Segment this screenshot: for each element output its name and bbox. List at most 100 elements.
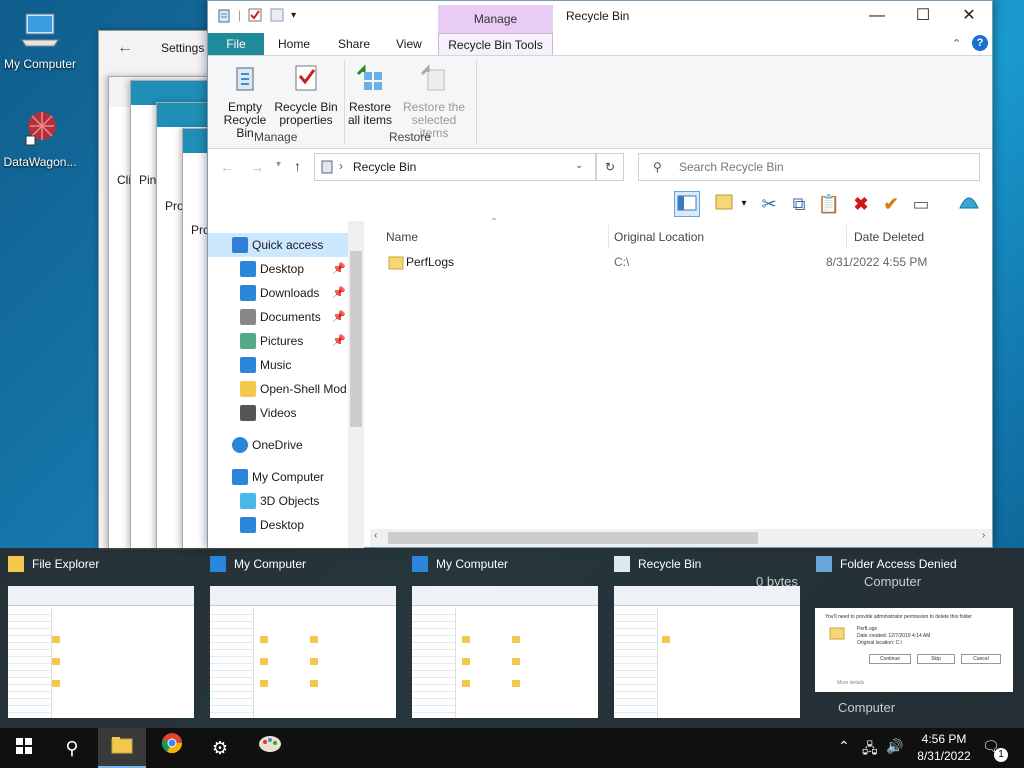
desktop-icon-my-computer[interactable]: My Computer (0, 10, 80, 71)
restore-selected-items-button[interactable]: Restore the selected items (396, 62, 472, 140)
tab-file[interactable]: File (208, 33, 264, 55)
taskbar-chrome[interactable] (148, 728, 196, 768)
layout-icon[interactable] (674, 191, 700, 217)
nav-scroll-thumb[interactable] (350, 251, 362, 427)
sidebar-item-label: 3D Objects (260, 494, 320, 508)
sidebar-item-pictures[interactable]: Pictures 📌 (208, 329, 348, 353)
table-row[interactable]: PerfLogs C:\ 8/31/2022 4:55 PM (378, 251, 978, 273)
window-title: Recycle Bin (566, 9, 630, 23)
show-hidden-icons[interactable]: ⌃ (838, 738, 850, 755)
properties-icon[interactable] (247, 7, 263, 23)
recycle-bin-icon[interactable] (216, 7, 232, 23)
search-input[interactable]: ⚲ Search Recycle Bin (638, 153, 980, 181)
horizontal-scroll-thumb[interactable] (388, 532, 758, 544)
pin-icon: 📌 (332, 287, 346, 299)
dialog-date-created: Date created: 12/7/2019 4:14 AM (857, 633, 931, 639)
refresh-button[interactable]: ↻ (596, 153, 624, 181)
paste-icon[interactable]: 📋 (816, 191, 842, 217)
cut-icon[interactable]: ✂ (756, 191, 782, 217)
back-arrow-icon[interactable]: ← (220, 159, 234, 175)
copy-icon[interactable]: ⧉ (786, 191, 812, 217)
volume-icon[interactable]: 🔊 (886, 738, 903, 755)
scroll-left-icon[interactable]: ‹ (374, 530, 377, 541)
desktop-icon-datawagon[interactable]: DataWagon... (0, 108, 80, 169)
switcher-item[interactable]: Folder Access Denied (816, 556, 1006, 576)
videos-icon (240, 405, 256, 421)
recycle-bin-window[interactable]: | ▾ Manage Recycle Bin — ☐ ✕ File Home S… (207, 0, 993, 549)
breadcrumb-recycle-bin[interactable]: Recycle Bin (353, 160, 416, 174)
sidebar-item-quick-access[interactable]: Quick access (208, 233, 348, 257)
column-header-date-deleted[interactable]: Date Deleted (854, 225, 924, 249)
recycle-bin-properties-button[interactable]: Recycle Bin properties (274, 62, 338, 127)
tab-share[interactable]: Share (328, 33, 380, 55)
navigation-pane[interactable]: Quick access Desktop 📌 Downloads 📌 Documents 📌… (208, 221, 364, 549)
switcher-item-title: My Computer (234, 557, 307, 571)
switcher-item[interactable]: File Explorer (8, 556, 198, 718)
cancel-button[interactable]: Cancel (961, 654, 1001, 664)
ribbon-collapse-icon[interactable]: ⌃ (952, 37, 961, 50)
sidebar-item-desktop[interactable]: Desktop (208, 513, 348, 537)
dropdown-icon[interactable]: ▾ (738, 191, 750, 217)
openshell-icon[interactable] (956, 191, 982, 217)
address-field[interactable]: › Recycle Bin ⌄ (314, 153, 596, 181)
clock[interactable]: 4:56 PM 8/31/2022 (902, 728, 986, 768)
taskbar-file-explorer[interactable] (98, 728, 146, 768)
folder-options-icon[interactable] (712, 191, 738, 217)
new-folder-icon[interactable] (269, 7, 285, 23)
settings-icon: ⚙ (211, 738, 229, 758)
sidebar-item-music[interactable]: Music (208, 353, 348, 377)
recycle-bin-icon (321, 160, 333, 174)
tab-view[interactable]: View (386, 33, 432, 55)
up-arrow-icon[interactable]: ↑ (294, 158, 301, 174)
sidebar-item-label: Music (260, 358, 292, 372)
sidebar-item-onedrive[interactable]: OneDrive (208, 433, 348, 457)
continue-button[interactable]: Continue (869, 654, 911, 664)
forward-arrow-icon[interactable]: → (250, 159, 264, 175)
background-hint: Computer (864, 574, 922, 589)
tab-recycle-bin-tools[interactable]: Recycle Bin Tools (438, 33, 553, 55)
empty-recycle-bin-button[interactable]: Empty Recycle Bin (218, 62, 272, 140)
scroll-right-icon[interactable]: › (982, 530, 985, 541)
title-bar[interactable]: | ▾ Manage Recycle Bin — ☐ ✕ (208, 1, 992, 33)
skip-button[interactable]: Skip (917, 654, 955, 664)
search-button[interactable]: ⚲ (48, 728, 96, 768)
help-icon[interactable]: ? (972, 35, 988, 51)
minimize-button[interactable]: — (854, 1, 900, 31)
folder-access-denied-thumbnail[interactable]: You'll need to provide administrator per… (815, 608, 1013, 692)
back-arrow-icon[interactable]: ← (117, 39, 133, 57)
horizontal-scrollbar[interactable]: ‹ › (370, 529, 992, 547)
more-details-link[interactable]: More details (837, 680, 864, 686)
sidebar-item-3d-objects[interactable]: 3D Objects (208, 489, 348, 513)
file-list[interactable]: ⌃ Name Original Location Date Deleted Pe… (370, 217, 992, 529)
sidebar-item-open-shell-mod[interactable]: Open-Shell Mod (208, 377, 348, 401)
tab-home[interactable]: Home (268, 33, 320, 55)
recent-dropdown-icon[interactable]: ▾ (276, 159, 281, 170)
taskbar-paint[interactable] (246, 728, 294, 768)
rename-icon[interactable]: ▭ (908, 191, 934, 217)
address-dropdown-icon[interactable]: ⌄ (575, 160, 583, 171)
sidebar-item-downloads[interactable]: Downloads 📌 (208, 281, 348, 305)
sidebar-item-my-computer[interactable]: My Computer (208, 465, 348, 489)
network-icon[interactable]: 🖧 (862, 738, 878, 762)
nav-scrollbar[interactable] (348, 221, 364, 549)
qat-dropdown-icon[interactable]: ▾ (291, 10, 296, 21)
sidebar-item-desktop[interactable]: Desktop 📌 (208, 257, 348, 281)
taskbar-settings[interactable]: ⚙ (196, 728, 244, 768)
sidebar-item-videos[interactable]: Videos (208, 401, 348, 425)
column-header-name[interactable]: Name (386, 225, 418, 249)
column-header-original-location[interactable]: Original Location (614, 225, 704, 249)
switcher-item[interactable]: My Computer (210, 556, 400, 718)
close-button[interactable]: ✕ (946, 1, 992, 31)
dialog-message: You'll need to provide administrator per… (825, 614, 972, 620)
context-tab-manage[interactable]: Manage (438, 5, 553, 33)
maximize-button[interactable]: ☐ (900, 1, 946, 31)
folder-icon (8, 556, 24, 572)
sidebar-item-documents[interactable]: Documents 📌 (208, 305, 348, 329)
switcher-item[interactable]: Recycle Bin (614, 556, 804, 718)
restore-all-items-button[interactable]: Restore all items (346, 62, 394, 127)
desktop-icon (240, 517, 256, 533)
switcher-item[interactable]: My Computer (412, 556, 602, 718)
delete-icon[interactable]: ✖ (848, 191, 874, 217)
start-button[interactable] (0, 728, 48, 768)
check-icon[interactable]: ✔ (878, 191, 904, 217)
